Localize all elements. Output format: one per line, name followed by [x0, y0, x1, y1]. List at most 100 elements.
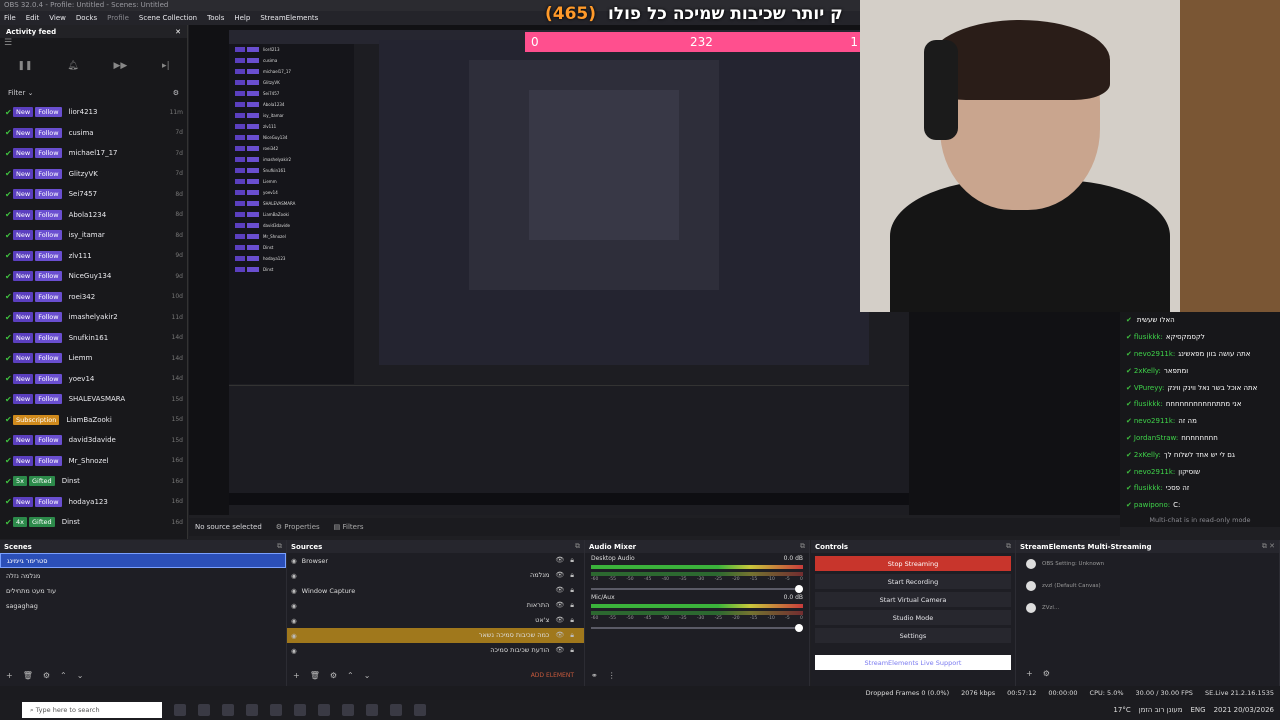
toggle[interactable]	[1026, 581, 1036, 591]
feed-event-row[interactable]: ✔ New Follow yoev14 14d	[0, 369, 187, 390]
feed-event-row[interactable]: ✔ 5x Gifted Dinst 16d	[0, 471, 187, 492]
close-icon[interactable]: ✕	[175, 28, 181, 36]
start-recording-button[interactable]: Start Recording	[815, 574, 1011, 589]
check-icon[interactable]: ✔	[5, 436, 13, 445]
lock-icon[interactable]: 🔒︎	[570, 646, 574, 654]
start-virtual-camera-button[interactable]: Start Virtual Camera	[815, 592, 1011, 607]
spotify-icon[interactable]	[390, 704, 402, 716]
source-item[interactable]: ◉ הודעת שכיבות סמיכה 👁︎ 🔒︎	[287, 643, 584, 658]
slider-knob[interactable]	[795, 624, 803, 632]
arrow-up-icon[interactable]: ⌃	[347, 671, 354, 680]
menu-help[interactable]: Help	[234, 14, 250, 22]
check-icon[interactable]: ✔	[5, 149, 13, 158]
source-item[interactable]: ◉ צ'אט 👁︎ 🔒︎	[287, 613, 584, 628]
gear-icon[interactable]: ⚙	[330, 671, 337, 680]
folder-icon[interactable]	[294, 704, 306, 716]
feed-event-row[interactable]: ✔ New Follow hodaya123 16d	[0, 492, 187, 513]
undock-icon[interactable]: ⧉	[800, 542, 805, 551]
feed-event-row[interactable]: ✔ New Follow NiceGuy134 9d	[0, 266, 187, 287]
eye-icon[interactable]: 👁︎	[555, 586, 564, 594]
check-icon[interactable]: ✔	[5, 292, 13, 301]
trash-icon[interactable]: 🗑︎	[23, 671, 33, 680]
app-icon[interactable]	[246, 704, 258, 716]
toggle[interactable]	[1026, 559, 1036, 569]
pause-icon[interactable]: ❚❚	[17, 61, 32, 71]
feed-event-row[interactable]: ✔ New Follow Liemm 14d	[0, 348, 187, 369]
check-icon[interactable]: ✔	[5, 128, 13, 137]
arrow-up-icon[interactable]: ⌃	[60, 671, 67, 680]
app-icon[interactable]	[366, 704, 378, 716]
check-icon[interactable]: ✔	[5, 518, 13, 527]
studio-mode-button[interactable]: Studio Mode	[815, 610, 1011, 625]
taskbar-search[interactable]: ⌕ Type here to search	[22, 702, 162, 718]
menu-scene-collection[interactable]: Scene Collection	[139, 14, 197, 22]
feed-event-row[interactable]: ✔ New Follow roei342 10d	[0, 287, 187, 308]
check-icon[interactable]: ✔	[5, 231, 13, 240]
check-icon[interactable]: ✔	[5, 415, 13, 424]
lock-icon[interactable]: 🔒︎	[570, 616, 574, 624]
gear-icon[interactable]: ⚙	[43, 671, 50, 680]
check-icon[interactable]: ✔	[5, 210, 13, 219]
edge-icon[interactable]	[318, 704, 330, 716]
feed-event-row[interactable]: ✔ New Follow zlv111 9d	[0, 246, 187, 267]
lock-icon[interactable]: 🔒︎	[570, 556, 574, 564]
feed-event-row[interactable]: ✔ New Follow imashelyakir2 11d	[0, 307, 187, 328]
lock-icon[interactable]: 🔒︎	[570, 631, 574, 639]
feed-event-row[interactable]: ✔ New Follow Mr_Shnozel 16d	[0, 451, 187, 472]
app-icon[interactable]	[198, 704, 210, 716]
lock-icon[interactable]: 🔒︎	[570, 586, 574, 594]
feed-event-row[interactable]: ✔ New Follow Abola1234 8d	[0, 205, 187, 226]
gear-icon[interactable]: ⚙	[173, 89, 179, 97]
check-icon[interactable]: ✔	[5, 169, 13, 178]
menu-profile[interactable]: Profile	[107, 14, 129, 22]
feed-event-row[interactable]: ✔ New Follow Sei7457 8d	[0, 184, 187, 205]
app-icon[interactable]	[222, 704, 234, 716]
undock-icon[interactable]: ⧉	[1006, 542, 1011, 551]
menu-docks[interactable]: Docks	[76, 14, 97, 22]
source-item[interactable]: ◉ Browser 👁︎ 🔒︎	[287, 553, 584, 568]
feed-event-row[interactable]: ✔ New Follow GlitzyVK 7d	[0, 164, 187, 185]
skip-end-icon[interactable]: ▸|	[162, 61, 170, 71]
feed-event-row[interactable]: ✔ Subscription LiamBaZooki 15d	[0, 410, 187, 431]
menu-icon[interactable]: ☰	[0, 38, 187, 48]
check-icon[interactable]: ✔	[5, 477, 13, 486]
language[interactable]: ENG	[1190, 706, 1205, 714]
undock-icon[interactable]: ⧉	[277, 542, 282, 551]
menu-tools[interactable]: Tools	[207, 14, 224, 22]
skip-icon[interactable]: ▶▶	[113, 61, 127, 71]
chrome-icon[interactable]	[342, 704, 354, 716]
source-item[interactable]: ◉ כמה שכיבות סמיכה נשאר 👁︎ 🔒︎	[287, 628, 584, 643]
check-icon[interactable]: ✔	[5, 456, 13, 465]
link-icon[interactable]: ⚭	[591, 671, 598, 680]
source-item[interactable]: ◉ Window Capture 👁︎ 🔒︎	[287, 583, 584, 598]
volume-slider[interactable]	[591, 624, 803, 632]
check-icon[interactable]: ✔	[5, 374, 13, 383]
arrow-down-icon[interactable]: ⌄	[77, 671, 84, 680]
eye-icon[interactable]: 👁︎	[555, 616, 564, 624]
trash-icon[interactable]: 🗑︎	[310, 671, 320, 680]
feed-event-row[interactable]: ✔ New Follow Snufkin161 14d	[0, 328, 187, 349]
check-icon[interactable]: ✔	[5, 251, 13, 260]
add-element-button[interactable]: ADD ELEMENT	[531, 672, 574, 679]
close-icon[interactable]: ⧉ ✕	[1262, 542, 1275, 551]
filter-dropdown[interactable]: Filter ⌄	[8, 89, 33, 97]
check-icon[interactable]: ✔	[5, 395, 13, 404]
check-icon[interactable]: ✔	[5, 354, 13, 363]
check-icon[interactable]: ✔	[5, 313, 13, 322]
feed-event-row[interactable]: ✔ New Follow lior4213 11m	[0, 102, 187, 123]
app-icon[interactable]	[270, 704, 282, 716]
eye-icon[interactable]: 👁︎	[555, 556, 564, 564]
gear-icon[interactable]: ⚙	[1043, 669, 1050, 678]
add-icon[interactable]: +	[6, 671, 13, 680]
lock-icon[interactable]: 🔒︎	[570, 571, 574, 579]
add-icon[interactable]: +	[1026, 669, 1033, 678]
clock[interactable]: 2021 20/03/2026	[1214, 706, 1274, 714]
menu-view[interactable]: View	[49, 14, 66, 22]
eye-icon[interactable]: 👁︎	[555, 601, 564, 609]
bell-icon[interactable]: 🔔︎	[67, 61, 78, 71]
menu-streamelements[interactable]: StreamElements	[260, 14, 318, 22]
check-icon[interactable]: ✔	[5, 497, 13, 506]
check-icon[interactable]: ✔	[5, 108, 13, 117]
undock-icon[interactable]: ⧉	[575, 542, 580, 551]
properties-button[interactable]: ⚙ Properties	[276, 523, 320, 531]
